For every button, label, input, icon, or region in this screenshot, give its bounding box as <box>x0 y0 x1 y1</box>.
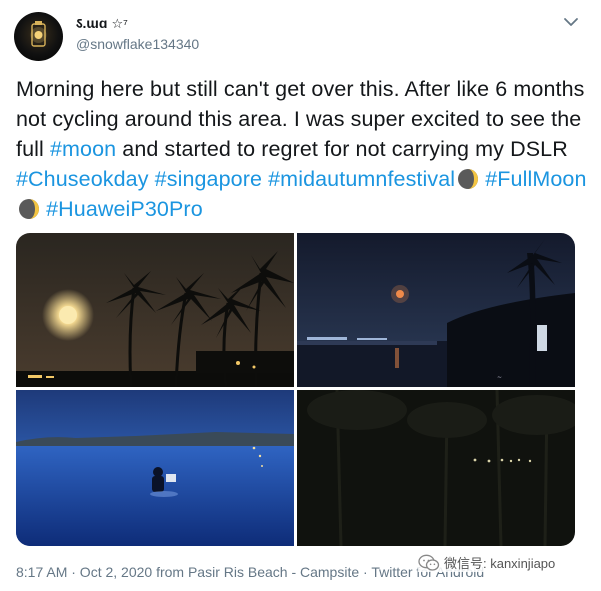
tweet-timestamp[interactable]: 8:17 AM · Oct 2, 2020 from Pasir Ris Bea… <box>16 564 484 580</box>
avatar[interactable] <box>14 12 63 61</box>
display-name-text: ऽ.ɯɑ <box>76 15 108 31</box>
photo-grid: ~ <box>16 233 575 546</box>
hashtag-chuseokday[interactable]: #Chuseokday <box>16 167 149 191</box>
svg-text:~: ~ <box>497 374 502 381</box>
hashtag-moon[interactable]: #moon <box>50 137 116 161</box>
photo-person-wading-at-dusk[interactable] <box>16 390 294 546</box>
tweet-text-segment: and started to regret for not carrying m… <box>116 137 568 161</box>
watermark-text: 微信号: kanxinjiapo <box>444 556 556 571</box>
display-name[interactable]: ऽ.ɯɑ ☆⁷ <box>76 14 128 33</box>
photo-moon-over-palm-trees[interactable] <box>16 233 294 387</box>
tweet-text: Morning here but still can't get over th… <box>16 74 591 224</box>
hashtag-fullmoon[interactable]: #FullMoon <box>485 167 586 191</box>
wechat-icon <box>418 554 440 571</box>
name-badge: ☆⁷ <box>111 16 128 31</box>
photo-full-moon-over-beach[interactable]: ~ <box>297 233 575 387</box>
wechat-watermark: 微信号: kanxinjiapo <box>418 553 556 572</box>
hashtag-singapore[interactable]: #singapore <box>155 167 262 191</box>
hashtag-huaweip30pro[interactable]: #HuaweiP30Pro <box>46 197 203 221</box>
waxing-crescent-moon-icon <box>458 169 479 189</box>
photo-dark-trees-with-lights[interactable] <box>297 390 575 546</box>
chevron-down-icon[interactable] <box>563 16 579 28</box>
waxing-crescent-moon-icon <box>19 199 39 219</box>
user-handle[interactable]: @snowflake134340 <box>76 36 199 52</box>
hashtag-midautumnfestival[interactable]: #midautumnfestival <box>268 167 455 191</box>
